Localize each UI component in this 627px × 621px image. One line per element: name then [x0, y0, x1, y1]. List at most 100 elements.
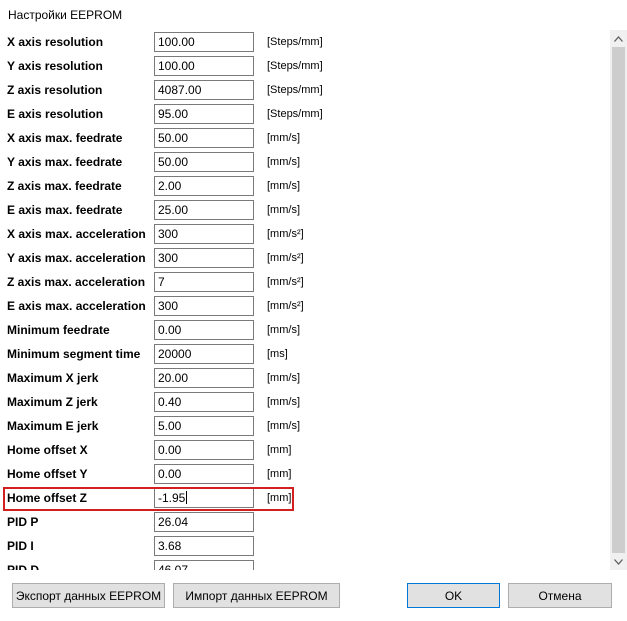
export-eeprom-button[interactable]: Экспорт данных EEPROM: [12, 583, 165, 608]
setting-unit: [mm/s]: [267, 132, 300, 144]
setting-value-field[interactable]: 0.00: [154, 320, 254, 340]
setting-value-text: 3.68: [158, 539, 182, 553]
setting-label: Z axis resolution: [7, 83, 103, 97]
setting-value-field[interactable]: 50.00: [154, 128, 254, 148]
setting-unit: [Steps/mm]: [267, 84, 323, 96]
setting-unit: [mm/s²]: [267, 252, 304, 264]
setting-unit: [mm/s²]: [267, 228, 304, 240]
setting-unit: [mm/s]: [267, 204, 300, 216]
setting-unit: [mm/s²]: [267, 300, 304, 312]
setting-value-text: 2.00: [158, 179, 182, 193]
setting-value-text: 4087.00: [158, 83, 202, 97]
import-eeprom-button[interactable]: Импорт данных EEPROM: [173, 583, 340, 608]
setting-value-text: 300: [158, 251, 179, 265]
setting-value-field[interactable]: 26.04: [154, 512, 254, 532]
setting-value-field[interactable]: 300: [154, 248, 254, 268]
setting-value-field[interactable]: 95.00: [154, 104, 254, 124]
settings-row: Maximum Z jerk 0.40 [mm/s]: [0, 390, 600, 414]
vertical-scrollbar[interactable]: [610, 30, 627, 570]
settings-row: Home offset Y 0.00 [mm]: [0, 462, 600, 486]
settings-row: PID I 3.68: [0, 534, 600, 558]
setting-unit: [mm/s]: [267, 372, 300, 384]
settings-row: Home offset X 0.00 [mm]: [0, 438, 600, 462]
settings-row: Y axis max. feedrate 50.00 [mm/s]: [0, 150, 600, 174]
settings-row: Maximum E jerk 5.00 [mm/s]: [0, 414, 600, 438]
setting-label: Y axis max. feedrate: [7, 155, 123, 169]
setting-value-field[interactable]: 25.00: [154, 200, 254, 220]
settings-row: E axis resolution 95.00 [Steps/mm]: [0, 102, 600, 126]
scroll-up-arrow-icon[interactable]: [610, 30, 627, 47]
setting-value-text: 0.00: [158, 467, 182, 481]
scrollbar-thumb[interactable]: [612, 47, 625, 553]
setting-value-field[interactable]: 4087.00: [154, 80, 254, 100]
setting-value-field[interactable]: 7: [154, 272, 254, 292]
cancel-button[interactable]: Отмена: [508, 583, 612, 608]
setting-unit: [Steps/mm]: [267, 60, 323, 72]
setting-label: E axis resolution: [7, 107, 104, 121]
window-title: Настройки EEPROM: [8, 8, 123, 22]
setting-value-text: 26.04: [158, 515, 189, 529]
highlight-box: [3, 487, 294, 511]
setting-label: Y axis resolution: [7, 59, 103, 73]
setting-value-field[interactable]: 20000: [154, 344, 254, 364]
setting-value-field[interactable]: 100.00: [154, 56, 254, 76]
setting-value-text: 20.00: [158, 371, 189, 385]
settings-row: Minimum segment time 20000 [ms]: [0, 342, 600, 366]
setting-unit: [mm/s]: [267, 396, 300, 408]
setting-label: Minimum feedrate: [7, 323, 110, 337]
setting-value-text: 95.00: [158, 107, 189, 121]
setting-unit: [mm]: [267, 444, 292, 456]
setting-label: Home offset Y: [7, 467, 88, 481]
settings-row: Z axis max. acceleration 7 [mm/s²]: [0, 270, 600, 294]
setting-unit: [mm/s]: [267, 156, 300, 168]
setting-value-text: 5.00: [158, 419, 182, 433]
setting-value-field[interactable]: 46.07: [154, 560, 254, 570]
settings-row: X axis resolution 100.00 [Steps/mm]: [0, 30, 600, 54]
setting-value-field[interactable]: 300: [154, 296, 254, 316]
setting-label: Home offset X: [7, 443, 88, 457]
setting-value-text: 20000: [158, 347, 192, 361]
setting-unit: [Steps/mm]: [267, 108, 323, 120]
setting-value-text: 50.00: [158, 155, 189, 169]
settings-row: Maximum X jerk 20.00 [mm/s]: [0, 366, 600, 390]
settings-row: E axis max. feedrate 25.00 [mm/s]: [0, 198, 600, 222]
setting-value-field[interactable]: 100.00: [154, 32, 254, 52]
setting-unit: [mm/s²]: [267, 276, 304, 288]
setting-value-field[interactable]: 5.00: [154, 416, 254, 436]
setting-value-field[interactable]: 50.00: [154, 152, 254, 172]
setting-unit: [Steps/mm]: [267, 36, 323, 48]
settings-row: X axis max. acceleration 300 [mm/s²]: [0, 222, 600, 246]
setting-unit: [mm/s]: [267, 324, 300, 336]
setting-value-text: 46.07: [158, 563, 189, 570]
setting-value-field[interactable]: 3.68: [154, 536, 254, 556]
setting-value-text: 50.00: [158, 131, 189, 145]
setting-unit: [ms]: [267, 348, 288, 360]
setting-value-text: 25.00: [158, 203, 189, 217]
settings-row: Z axis max. feedrate 2.00 [mm/s]: [0, 174, 600, 198]
setting-value-field[interactable]: 2.00: [154, 176, 254, 196]
setting-value-text: 0.40: [158, 395, 182, 409]
setting-value-field[interactable]: 0.00: [154, 464, 254, 484]
setting-label: X axis max. acceleration: [7, 227, 146, 241]
setting-label: Z axis max. acceleration: [7, 275, 146, 289]
setting-unit: [mm]: [267, 468, 292, 480]
settings-row: PID P 26.04: [0, 510, 600, 534]
setting-value-field[interactable]: 0.40: [154, 392, 254, 412]
setting-value-text: 300: [158, 227, 179, 241]
setting-value-field[interactable]: 20.00: [154, 368, 254, 388]
scroll-down-arrow-icon[interactable]: [610, 553, 627, 570]
settings-row: Z axis resolution 4087.00 [Steps/mm]: [0, 78, 600, 102]
setting-unit: [mm/s]: [267, 180, 300, 192]
settings-row: E axis max. acceleration 300 [mm/s²]: [0, 294, 600, 318]
settings-row: Minimum feedrate 0.00 [mm/s]: [0, 318, 600, 342]
setting-label: PID D: [7, 563, 40, 570]
setting-label: E axis max. acceleration: [7, 299, 146, 313]
setting-unit: [mm/s]: [267, 420, 300, 432]
settings-row: PID D 46.07: [0, 558, 600, 570]
setting-label: Maximum X jerk: [7, 371, 99, 385]
settings-row: X axis max. feedrate 50.00 [mm/s]: [0, 126, 600, 150]
setting-value-field[interactable]: 0.00: [154, 440, 254, 460]
setting-value-field[interactable]: 300: [154, 224, 254, 244]
ok-button[interactable]: OK: [407, 583, 500, 608]
setting-label: X axis resolution: [7, 35, 104, 49]
